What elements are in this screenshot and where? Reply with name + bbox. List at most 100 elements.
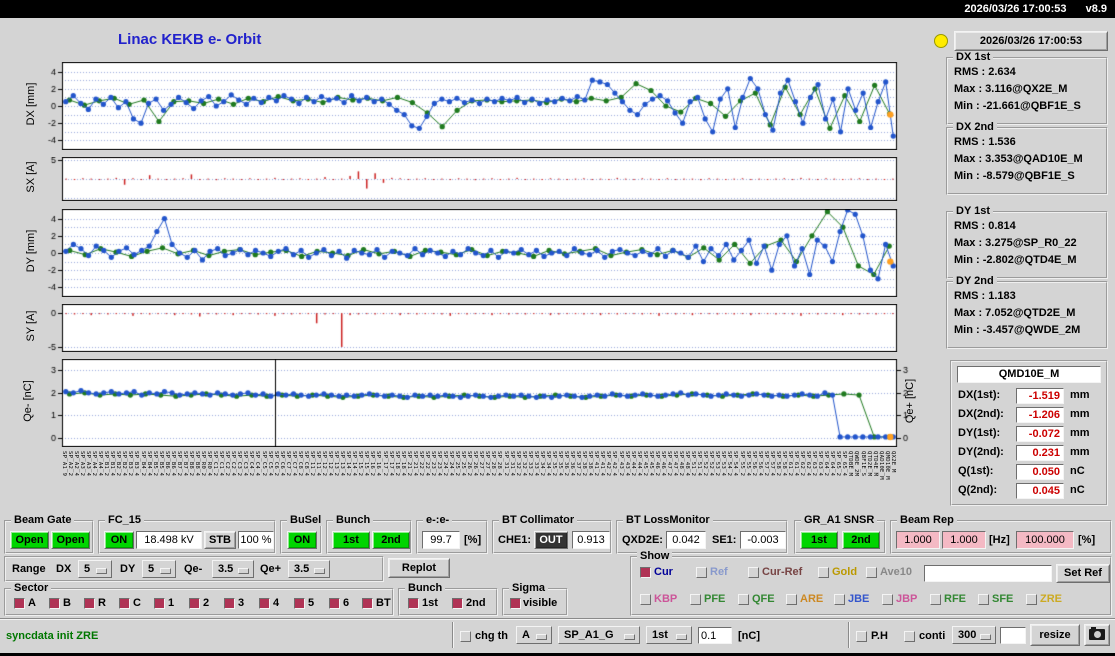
dx-axis-label: DX [mm] <box>25 82 37 126</box>
bpm-label: SP_56_4 <box>756 451 763 477</box>
show-jbp-checkbox[interactable] <box>882 594 893 605</box>
che1-out-button[interactable]: OUT <box>534 531 568 549</box>
show-cur-ref-checkbox[interactable] <box>748 567 759 578</box>
bpm-label: SP_B4_4 <box>145 451 152 477</box>
bunch-2nd-label: 2nd <box>466 597 486 609</box>
dx-1st-rms: RMS : 2.634 <box>954 66 1016 78</box>
sector-2-checkbox[interactable] <box>189 598 200 609</box>
sector-b-checkbox[interactable] <box>49 598 60 609</box>
show-ave10-checkbox[interactable] <box>866 567 877 578</box>
sector-1-checkbox[interactable] <box>154 598 165 609</box>
dx-2nd-stats-title: DX 2nd <box>953 121 997 133</box>
beam-gate-group: Beam Gate Open Open <box>4 514 94 554</box>
bpm-label: SP_16_4 <box>375 451 382 477</box>
sector-bt-checkbox[interactable] <box>362 598 373 609</box>
sector-5-label: 5 <box>308 597 315 609</box>
bpm-label: SP_42_4 <box>611 451 618 477</box>
bpm-label: SP_31_4 <box>508 451 515 477</box>
bpm-label: SP_57_4 <box>768 451 775 477</box>
camera-button[interactable] <box>1084 624 1110 646</box>
bunch-select[interactable]: 1st <box>646 626 692 644</box>
dy-2nd-stats-title: DY 2nd <box>953 275 997 287</box>
fc15-stb-button[interactable]: STB <box>204 531 236 549</box>
show-are-checkbox[interactable] <box>786 594 797 605</box>
conti-checkbox[interactable] <box>904 631 915 642</box>
fc15-on-button[interactable]: ON <box>104 531 134 549</box>
show-rfe-checkbox[interactable] <box>930 594 941 605</box>
bpm-label: QMD10E_M <box>883 451 890 480</box>
show-gold-checkbox[interactable] <box>818 567 829 578</box>
beam-gate-open-button-1[interactable]: Open <box>10 531 49 549</box>
dx-orbit-chart <box>20 62 920 150</box>
charge-chart <box>20 359 920 447</box>
bunch-2nd-button[interactable]: 2nd <box>372 531 410 549</box>
bpm-label: SP_45_2 <box>641 451 648 477</box>
show-jbe-checkbox[interactable] <box>834 594 845 605</box>
bunch-top-title: Bunch <box>333 514 374 526</box>
busel-on-button[interactable]: ON <box>287 531 317 549</box>
show-cur-checkbox[interactable] <box>640 567 651 578</box>
bpm-label: QX2E_M <box>889 451 896 473</box>
bpm-label: SP_44_4 <box>635 451 642 477</box>
sigma-visible-checkbox[interactable] <box>510 598 521 609</box>
sector-a-checkbox[interactable] <box>14 598 25 609</box>
sector-r-checkbox[interactable] <box>84 598 95 609</box>
dy-2nd-max: Max : 7.052@QTD2E_M <box>954 307 1076 319</box>
bpm-label: SP_A2_2 <box>66 451 73 477</box>
show-ref-checkbox[interactable] <box>696 567 707 578</box>
sector-select[interactable]: A <box>516 626 552 644</box>
sector-6-checkbox[interactable] <box>329 598 340 609</box>
show-title: Show <box>637 550 673 562</box>
bt-lossmonitor-group: BT LossMonitor QXD2E: 0.042 SE1: -0.003 <box>616 514 788 554</box>
range-title: Range <box>12 563 46 575</box>
show-kbp-checkbox[interactable] <box>640 594 651 605</box>
bunch-1st-button[interactable]: 1st <box>332 531 370 549</box>
bpm-label: SP_34_2 <box>538 451 545 477</box>
show-zre-checkbox[interactable] <box>1026 594 1037 605</box>
sector-c-checkbox[interactable] <box>119 598 130 609</box>
qe-plus-axis-label: Qe+ [nC] <box>904 378 916 424</box>
qmd-row-unit: mm <box>1070 389 1090 401</box>
gr-snsr-title: GR_A1 SNSR <box>801 514 878 526</box>
gr-snsr-2nd-button[interactable]: 2nd <box>842 531 880 549</box>
range-dy-select[interactable]: 5 <box>142 560 176 578</box>
fc15-percent-field: 100 % <box>238 531 274 549</box>
bpm-label: SP_22_2 <box>417 451 424 477</box>
bpm-label: SP_32_2 <box>514 451 521 477</box>
show-ref-label: Ref <box>710 566 728 578</box>
beam-rep-field-3: 100.000 <box>1016 531 1074 549</box>
aux-input[interactable] <box>1000 627 1026 644</box>
dx-2nd-stats-box: DX 2nd RMS : 1.536 Max : 3.353@QAD10E_M … <box>946 121 1108 195</box>
sector-3-checkbox[interactable] <box>224 598 235 609</box>
show-qfe-checkbox[interactable] <box>738 594 749 605</box>
ee-ratio-title: e-:e- <box>423 514 453 526</box>
show-pfe-checkbox[interactable] <box>690 594 701 605</box>
bunch-2nd-checkbox[interactable] <box>452 598 463 609</box>
bpm-label: SP_B7_4 <box>181 451 188 477</box>
set-ref-button[interactable]: Set Ref <box>1056 564 1110 583</box>
range-dx-select[interactable]: 5 <box>78 560 112 578</box>
show-sfe-checkbox[interactable] <box>978 594 989 605</box>
sigma-group: Sigma visible <box>502 582 568 616</box>
gr-snsr-1st-button[interactable]: 1st <box>800 531 838 549</box>
bpm-label: SP_31_2 <box>502 451 509 477</box>
chg-th-checkbox[interactable] <box>460 631 471 642</box>
sector-5-checkbox[interactable] <box>294 598 305 609</box>
sx-steering-chart <box>20 157 920 201</box>
sector-a-label: A <box>28 597 36 609</box>
beam-gate-open-button-2[interactable]: Open <box>51 531 90 549</box>
threshold-input[interactable] <box>698 627 732 644</box>
range-qe-plus-select[interactable]: 3.5 <box>288 560 330 578</box>
set-ref-input[interactable] <box>924 565 1052 582</box>
bunch-1st-checkbox[interactable] <box>408 598 419 609</box>
sector-6-label: 6 <box>343 597 350 609</box>
range-qe-minus-select[interactable]: 3.5 <box>212 560 254 578</box>
replot-button[interactable]: Replot <box>388 558 450 578</box>
ph-checkbox[interactable] <box>856 631 867 642</box>
interval-select[interactable]: 300 <box>952 626 996 644</box>
resize-button[interactable]: resize <box>1030 624 1080 646</box>
sector-4-checkbox[interactable] <box>259 598 270 609</box>
dx-2nd-rms: RMS : 1.536 <box>954 136 1016 148</box>
bpm-select[interactable]: SP_A1_G <box>558 626 640 644</box>
dx-2nd-max: Max : 3.353@QAD10E_M <box>954 153 1083 165</box>
